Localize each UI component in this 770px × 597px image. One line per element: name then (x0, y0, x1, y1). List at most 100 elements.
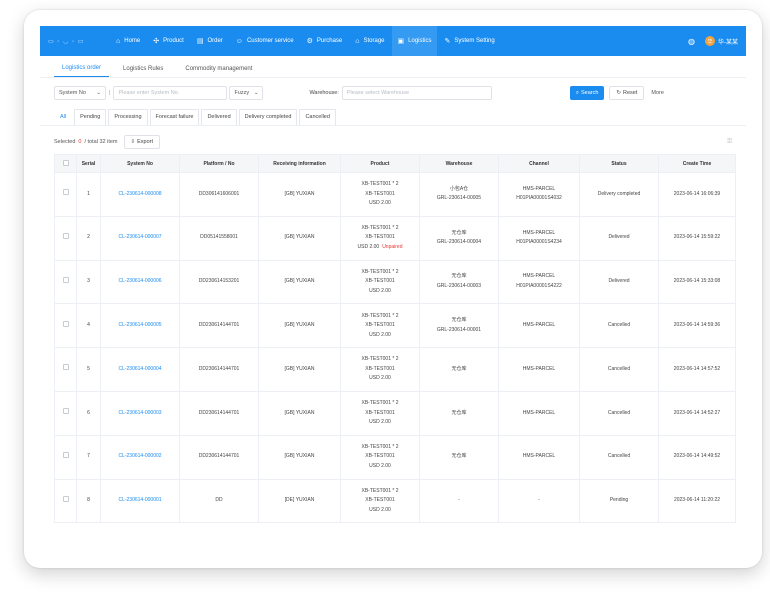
system-no-cell-text[interactable]: CL-230614-000001 (118, 497, 161, 503)
create-time-cell: 2023-06-14 14:49:52 (658, 434, 736, 480)
row-checkbox[interactable] (62, 189, 69, 196)
nav-item-storage[interactable]: ⌂ Storage (355, 26, 384, 56)
product-cell-text: XB-TEST001 * 2 (361, 224, 399, 231)
reset-icon: ↻ (616, 90, 622, 96)
status-tab-all[interactable]: All (54, 109, 72, 125)
subtab-logistics-rules[interactable]: Logistics Rules (115, 66, 171, 77)
app-window: ▭ ◦ ◡ ◦ ▭ ⌂ Home ✣ Product ▤ Order ☺ Customer s… (40, 26, 746, 556)
status-cell: Delivery completed (579, 172, 659, 217)
status-cell: Cancelled (579, 347, 659, 392)
channel-cell-text: HMS-PARCEL (522, 229, 556, 236)
nav-item-order[interactable]: ▤ Order (197, 26, 223, 56)
system-no-cell-text[interactable]: CL-230614-000005 (118, 322, 161, 328)
field-select[interactable]: System No ⌄ (54, 86, 106, 100)
status-tab-delivery-completed[interactable]: Delivery completed (238, 108, 298, 125)
product-cell-line: USD 2.00 (341, 462, 419, 472)
match-mode-select[interactable]: Fuzzy ⌄ (229, 86, 264, 100)
serial-cell-text: 5 (87, 365, 90, 372)
system-no-cell-text[interactable]: CL-230614-000008 (118, 191, 161, 197)
nav-item-purchase[interactable]: ⚙ Purchase (307, 26, 343, 56)
nav-item-customer-service[interactable]: ☺ Customer service (236, 26, 294, 56)
status-tab-cancelled[interactable]: Cancelled (299, 108, 336, 125)
product-cell-line: USD 2.00 (341, 374, 419, 384)
table-row[interactable]: 5 CL-230614-000004 DD230614144701 [GB] YUXI… (54, 347, 736, 392)
system-no-search-input[interactable]: Please enter System No. (113, 86, 228, 100)
table-row[interactable]: 7 CL-230614-000002 DD230614144701 [GB] YUXI… (54, 434, 736, 480)
system-no-cell-text[interactable]: CL-230614-000004 (118, 366, 161, 372)
selected-count: 0 (78, 139, 82, 145)
nav-item-label: Purchase (316, 38, 343, 44)
warehouse-cell-text: 无仓库 (451, 453, 467, 460)
serial-cell-text: 6 (87, 409, 90, 416)
product-cell-line: XB-TEST001 * 2 (341, 487, 419, 497)
row-checkbox[interactable] (62, 408, 69, 415)
table-row[interactable]: 1 CL-230614-000008 DD306141606001 [GB] YUXI… (54, 172, 736, 217)
table-row[interactable]: 6 CL-230614-000003 DD230614144701 [GB] YUXI… (54, 390, 736, 436)
create-time-cell: 2023-06-14 14:57:52 (658, 347, 736, 392)
warehouse-cell-line: GRL-230614-00001 (420, 326, 498, 336)
system-no-cell-text[interactable]: CL-230614-000003 (118, 410, 161, 416)
logistics-order-table: Serial System No Platform / No Receiving in… (54, 154, 736, 524)
table-row[interactable]: 8 CL-230614-000001 DD [DE] YUXIAN XB-TEST001… (54, 478, 736, 524)
warehouse-cell: 无仓库 (419, 390, 499, 436)
channel-cell: HMS-PARCEL H01PIA00001S4222 (498, 259, 580, 305)
table-row[interactable]: 2 CL-230614-000007 DD05141558001 [GB] YUXIA… (54, 215, 736, 261)
export-button[interactable]: ⇩ Export (123, 135, 161, 149)
system-no-cell-text[interactable]: CL-230614-000007 (118, 234, 161, 240)
row-checkbox[interactable] (62, 495, 69, 502)
nav-item-system-setting[interactable]: ✎ System Setting (444, 26, 494, 56)
status-tab-processing[interactable]: Processing (108, 108, 148, 125)
warehouse-cell: 小包A仓 GRL-230614-00005 (419, 172, 499, 217)
create-time-cell-text: 2023-06-14 15:59:22 (673, 234, 721, 241)
user-avatar[interactable]: 华 (705, 36, 715, 46)
row-select-cell (54, 434, 77, 480)
channel-cell-line: HMS-PARCEL (499, 272, 579, 282)
table-row[interactable]: 4 CL-230614-000005 DD230614144701 [GB] YUXI… (54, 303, 736, 349)
channel-cell-text: HMS-PARCEL (522, 409, 556, 416)
platform-cell: DD230614144701 (179, 347, 259, 392)
more-link[interactable]: More (651, 90, 664, 96)
channel-cell: HMS-PARCEL H01PIA00001S4234 (498, 215, 580, 261)
channel-cell-text: H01PIA00001S4234 (516, 239, 562, 246)
product-cell-text: USD 2.00 (369, 200, 391, 207)
subtab-logistics-order[interactable]: Logistics order (54, 65, 110, 77)
create-time-cell-text: 2023-06-14 14:52:27 (673, 409, 721, 416)
user-name[interactable]: 华-某某 (718, 37, 738, 46)
product-cell: XB-TEST001 * 2 XB-TEST001 USD 2.00 Unpaired (340, 215, 420, 261)
product-cell: XB-TEST001 * 2 XB-TEST001 USD 2.00 (340, 303, 420, 349)
column-settings-icon[interactable]: ⦙⦙⦙ (727, 138, 732, 146)
warehouse-cell: 无仓库 GRL-230614-00003 (419, 259, 499, 305)
row-checkbox[interactable] (62, 320, 69, 327)
row-checkbox[interactable] (62, 232, 69, 239)
nav-item-product[interactable]: ✣ Product (153, 26, 184, 56)
row-checkbox[interactable] (62, 451, 69, 458)
search-button[interactable]: ⌕ Search (569, 86, 605, 100)
select-all-checkbox[interactable] (62, 159, 69, 166)
receiving-cell: [GB] YUXIAN (258, 215, 341, 261)
product-cell-line: XB-TEST001 * 2 (341, 399, 419, 409)
reset-button[interactable]: ↻ Reset (609, 86, 645, 100)
export-button-label: Export (137, 139, 154, 145)
system-no-cell-text[interactable]: CL-230614-000002 (118, 453, 161, 459)
receiving-cell: [GB] YUXIAN (258, 390, 341, 436)
channel-cell: HMS-PARCEL (498, 434, 580, 480)
channel-cell-line: HMS-PARCEL (499, 452, 579, 462)
row-checkbox[interactable] (62, 276, 69, 283)
nav-item-logistics[interactable]: ▣ Logistics (391, 26, 438, 56)
warehouse-select[interactable]: Please select Warehouse (341, 86, 492, 100)
channel-cell-line: HMS-PARCEL (499, 185, 579, 195)
system-no-cell-text[interactable]: CL-230614-000006 (118, 278, 161, 284)
status-tab-pending[interactable]: Pending (74, 108, 107, 125)
row-checkbox[interactable] (62, 364, 69, 371)
language-globe-icon[interactable]: ◍ (688, 37, 695, 46)
top-right-area: ◍ 华 华-某某 (688, 36, 738, 46)
warehouse-cell-line: 无仓库 (420, 229, 498, 239)
purchase-icon: ⚙ (306, 38, 313, 45)
subtab-commodity-management[interactable]: Commodity management (177, 66, 260, 77)
status-tab-delivered[interactable]: Delivered (201, 108, 237, 125)
table-row[interactable]: 3 CL-230614-000006 DD230614153201 [GB] YUXI… (54, 259, 736, 305)
nav-item-home[interactable]: ⌂ Home (116, 26, 140, 56)
create-time-cell: 2023-06-14 15:33:08 (658, 259, 736, 305)
create-time-cell-text: 2023-06-14 15:33:08 (673, 278, 721, 285)
status-tab-forecast-failure[interactable]: Forecast failure (149, 108, 200, 125)
